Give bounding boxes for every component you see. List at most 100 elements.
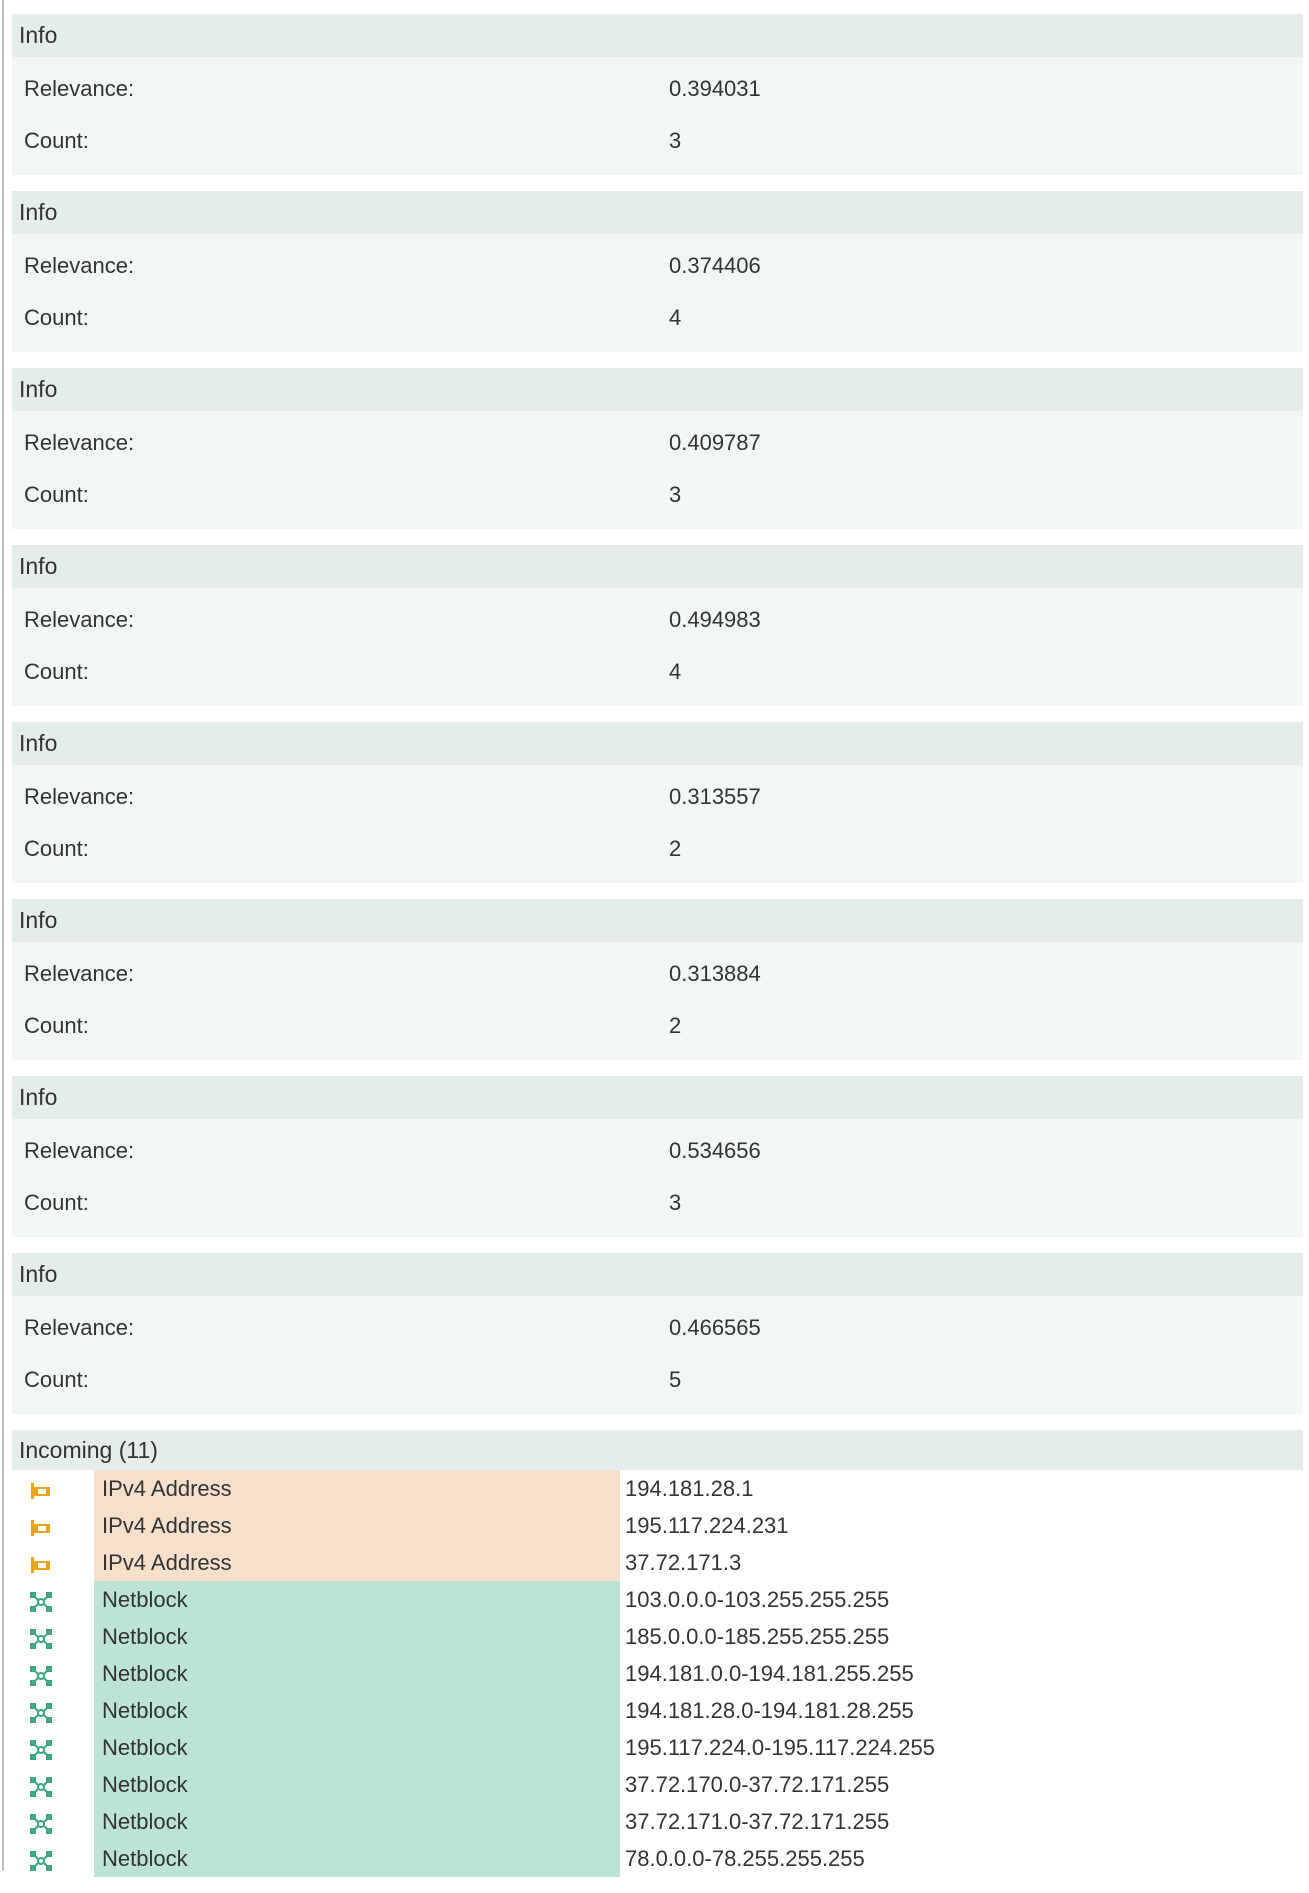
count-value: 5 [669, 1367, 682, 1392]
info-section-body: Relevance: 0.409787 Count: 3 [12, 411, 1303, 529]
relevance-row: Relevance: 0.534656 [12, 1125, 1303, 1177]
count-row: Count: 2 [12, 1000, 1303, 1052]
incoming-type[interactable]: Netblock [94, 1803, 620, 1840]
info-section: Info Relevance: 0.313557 Count: 2 [12, 722, 1303, 883]
count-row: Count: 4 [12, 646, 1303, 698]
relevance-value: 0.313884 [669, 961, 761, 986]
netblock-icon [30, 1623, 52, 1650]
incoming-row[interactable]: Netblock 78.0.0.0-78.255.255.255 [12, 1840, 1303, 1877]
incoming-type[interactable]: Netblock [94, 1840, 620, 1877]
incoming-value[interactable]: 195.117.224.0-195.117.224.255 [620, 1729, 1303, 1766]
relevance-label: Relevance: [24, 253, 135, 278]
count-label: Count: [24, 482, 89, 507]
info-section-header: Info [12, 899, 1303, 942]
count-label: Count: [24, 836, 89, 861]
relevance-row: Relevance: 0.313557 [12, 771, 1303, 823]
incoming-icon-cell [12, 1766, 94, 1803]
incoming-row[interactable]: IPv4 Address 37.72.171.3 [12, 1544, 1303, 1581]
netblock-icon [30, 1845, 52, 1872]
relevance-label: Relevance: [24, 76, 135, 101]
incoming-type[interactable]: Netblock [94, 1766, 620, 1803]
incoming-value[interactable]: 78.0.0.0-78.255.255.255 [620, 1840, 1303, 1877]
incoming-value[interactable]: 37.72.171.3 [620, 1544, 1303, 1581]
count-value: 2 [669, 836, 682, 861]
relevance-value: 0.409787 [669, 430, 761, 455]
incoming-icon-cell [12, 1803, 94, 1840]
incoming-row[interactable]: IPv4 Address 194.181.28.1 [12, 1470, 1303, 1507]
incoming-type[interactable]: Netblock [94, 1581, 620, 1618]
info-section-header: Info [12, 1076, 1303, 1119]
count-row: Count: 4 [12, 292, 1303, 344]
relevance-value: 0.313557 [669, 784, 761, 809]
incoming-value[interactable]: 194.181.28.0-194.181.28.255 [620, 1692, 1303, 1729]
count-label: Count: [24, 305, 89, 330]
info-section-header: Info [12, 14, 1303, 57]
incoming-type[interactable]: IPv4 Address [94, 1544, 620, 1581]
info-section: Info Relevance: 0.494983 Count: 4 [12, 545, 1303, 706]
relevance-label: Relevance: [24, 607, 135, 632]
incoming-row[interactable]: Netblock 195.117.224.0-195.117.224.255 [12, 1729, 1303, 1766]
netblock-icon [30, 1586, 52, 1613]
incoming-row[interactable]: Netblock 103.0.0.0-103.255.255.255 [12, 1581, 1303, 1618]
count-row: Count: 5 [12, 1354, 1303, 1406]
incoming-row[interactable]: IPv4 Address 195.117.224.231 [12, 1507, 1303, 1544]
left-border-rule [2, 0, 4, 1870]
count-label: Count: [24, 1190, 89, 1215]
info-section-body: Relevance: 0.394031 Count: 3 [12, 57, 1303, 175]
count-label: Count: [24, 659, 89, 684]
incoming-icon-cell [12, 1544, 94, 1581]
count-row: Count: 2 [12, 823, 1303, 875]
incoming-row[interactable]: Netblock 37.72.170.0-37.72.171.255 [12, 1766, 1303, 1803]
info-section-body: Relevance: 0.374406 Count: 4 [12, 234, 1303, 352]
relevance-label: Relevance: [24, 961, 135, 986]
incoming-type[interactable]: IPv4 Address [94, 1470, 620, 1507]
count-value: 3 [669, 128, 682, 153]
incoming-row[interactable]: Netblock 194.181.0.0-194.181.255.255 [12, 1655, 1303, 1692]
relevance-row: Relevance: 0.494983 [12, 594, 1303, 646]
info-section-header: Info [12, 722, 1303, 765]
count-value: 4 [669, 659, 682, 684]
count-label: Count: [24, 128, 89, 153]
netblock-icon [30, 1734, 52, 1761]
relevance-value: 0.494983 [669, 607, 761, 632]
info-section-header: Info [12, 368, 1303, 411]
relevance-value: 0.394031 [669, 76, 761, 101]
incoming-value[interactable]: 194.181.28.1 [620, 1470, 1303, 1507]
entity-detail-panel: Info Relevance: 0.394031 Count: 3 Info R… [12, 14, 1303, 1893]
incoming-row[interactable]: Netblock 37.72.171.0-37.72.171.255 [12, 1803, 1303, 1840]
count-value: 4 [669, 305, 682, 330]
info-section: Info Relevance: 0.313884 Count: 2 [12, 899, 1303, 1060]
incoming-value[interactable]: 195.117.224.231 [620, 1507, 1303, 1544]
info-section: Info Relevance: 0.466565 Count: 5 [12, 1253, 1303, 1414]
incoming-type[interactable]: IPv4 Address [94, 1507, 620, 1544]
incoming-icon-cell [12, 1729, 94, 1766]
relevance-row: Relevance: 0.466565 [12, 1302, 1303, 1354]
count-row: Count: 3 [12, 469, 1303, 521]
relevance-value: 0.534656 [669, 1138, 761, 1163]
incoming-section: Incoming (11) IPv4 Address 194.181.28.1 IP… [12, 1430, 1303, 1877]
relevance-row: Relevance: 0.394031 [12, 63, 1303, 115]
incoming-value[interactable]: 185.0.0.0-185.255.255.255 [620, 1618, 1303, 1655]
ipv4-address-icon [30, 1549, 52, 1574]
incoming-type[interactable]: Netblock [94, 1729, 620, 1766]
incoming-value[interactable]: 103.0.0.0-103.255.255.255 [620, 1581, 1303, 1618]
incoming-value[interactable]: 194.181.0.0-194.181.255.255 [620, 1655, 1303, 1692]
incoming-value[interactable]: 37.72.170.0-37.72.171.255 [620, 1766, 1303, 1803]
ipv4-address-icon [30, 1475, 52, 1500]
incoming-row[interactable]: Netblock 194.181.28.0-194.181.28.255 [12, 1692, 1303, 1729]
incoming-type[interactable]: Netblock [94, 1618, 620, 1655]
incoming-type[interactable]: Netblock [94, 1692, 620, 1729]
incoming-value[interactable]: 37.72.171.0-37.72.171.255 [620, 1803, 1303, 1840]
count-label: Count: [24, 1367, 89, 1392]
incoming-icon-cell [12, 1581, 94, 1618]
info-section-header: Info [12, 191, 1303, 234]
incoming-icon-cell [12, 1618, 94, 1655]
count-value: 2 [669, 1013, 682, 1038]
incoming-type[interactable]: Netblock [94, 1655, 620, 1692]
incoming-icon-cell [12, 1470, 94, 1507]
incoming-row[interactable]: Netblock 185.0.0.0-185.255.255.255 [12, 1618, 1303, 1655]
info-section: Info Relevance: 0.409787 Count: 3 [12, 368, 1303, 529]
count-row: Count: 3 [12, 1177, 1303, 1229]
incoming-icon-cell [12, 1507, 94, 1544]
info-section-body: Relevance: 0.313557 Count: 2 [12, 765, 1303, 883]
